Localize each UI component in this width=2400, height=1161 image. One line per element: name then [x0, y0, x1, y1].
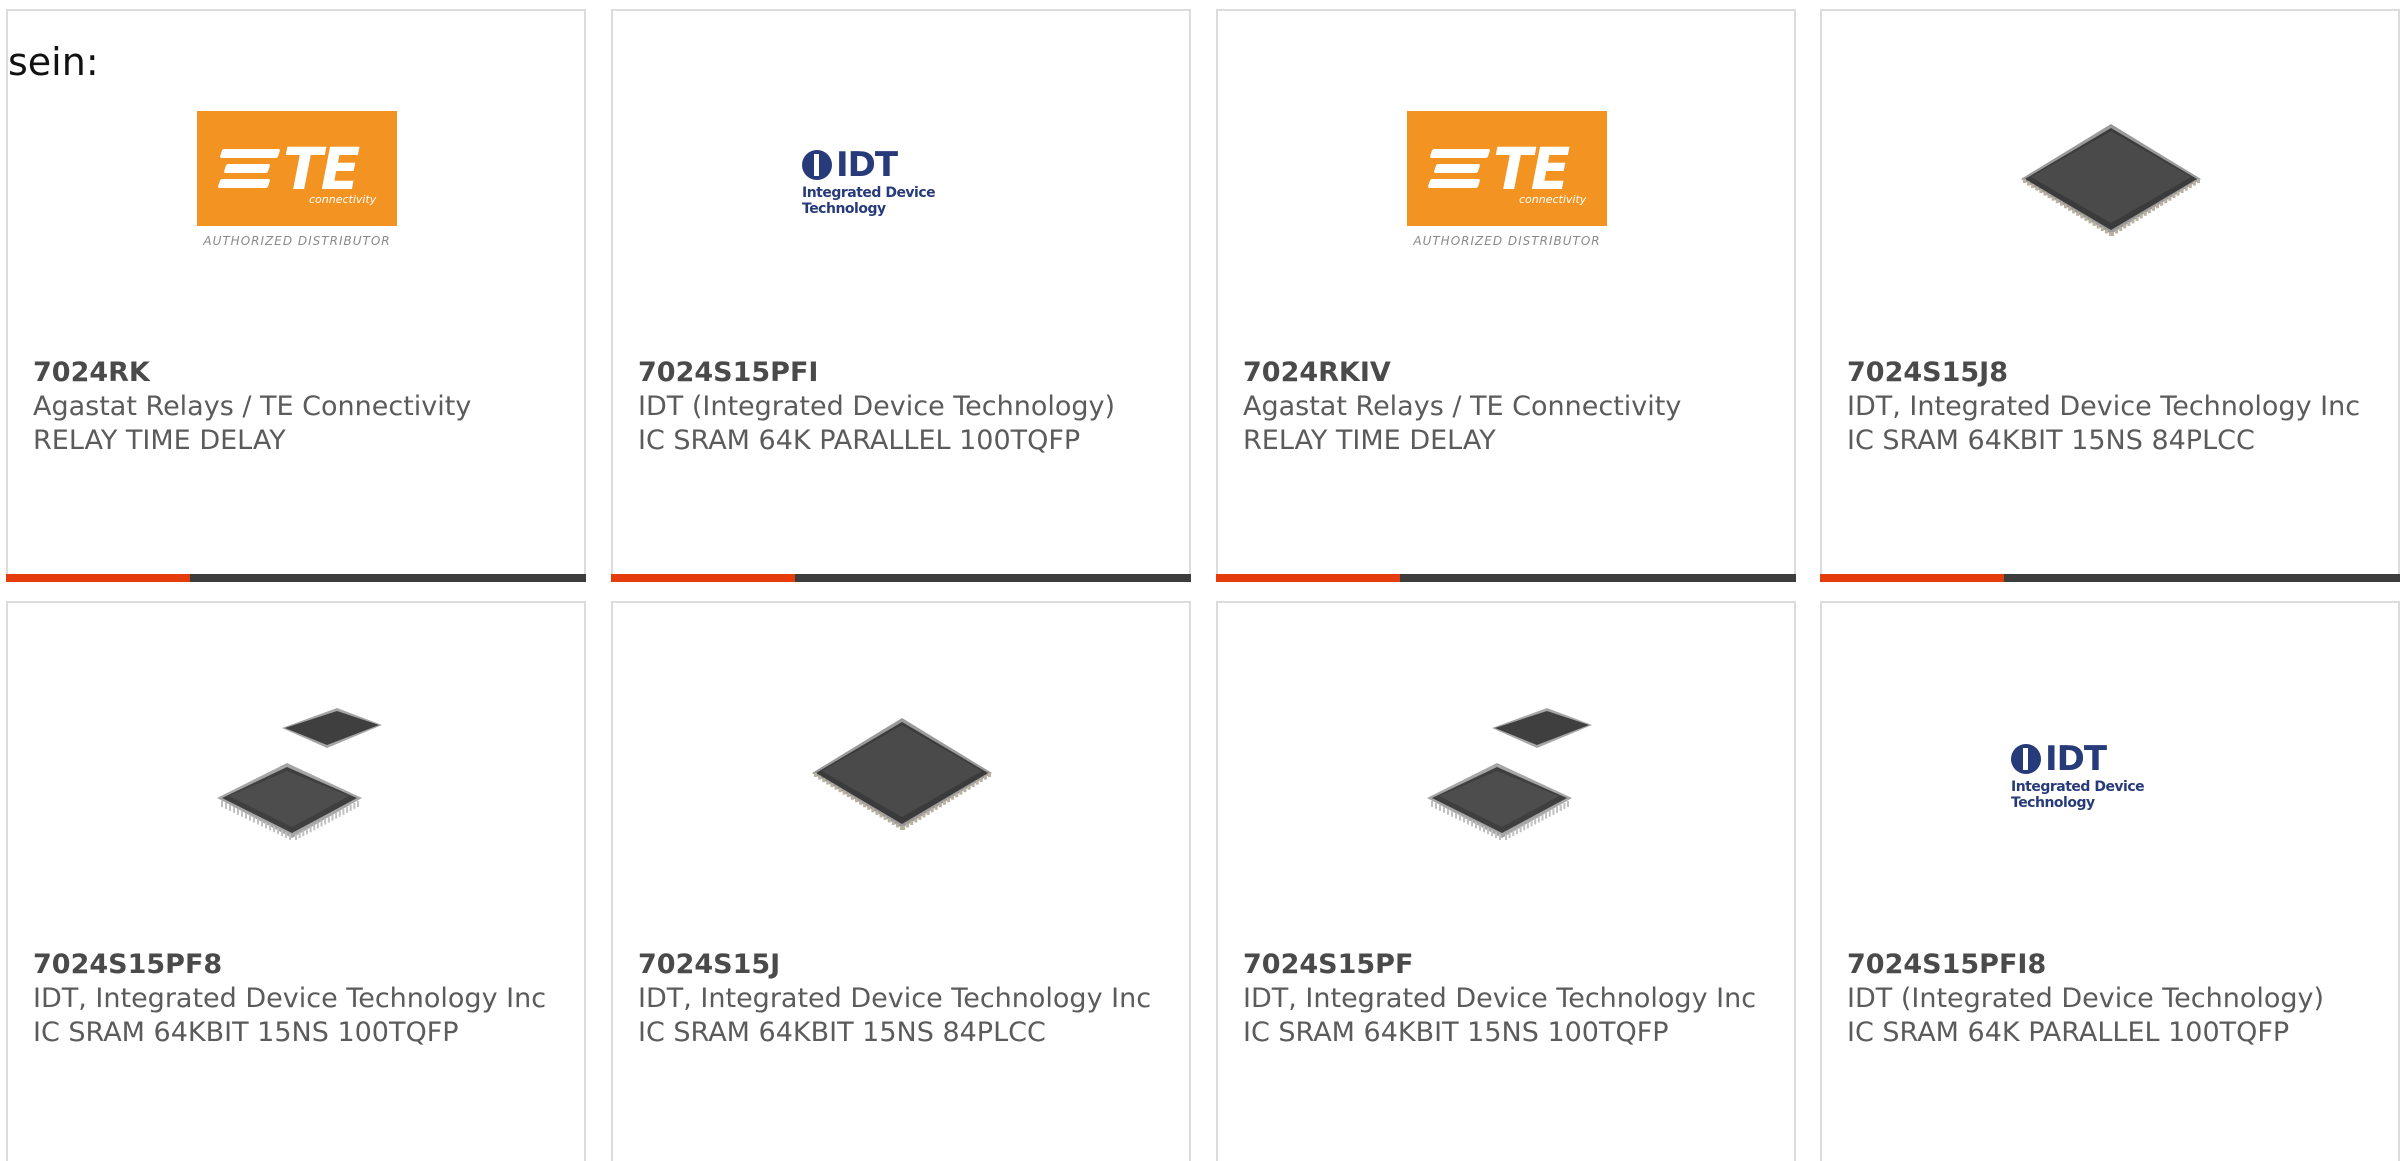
product-image[interactable]: TE connectivity AUTHORIZED DISTRIBUTOR: [197, 81, 397, 281]
product-image[interactable]: [802, 673, 1002, 877]
product-image[interactable]: IDT Integrated Device Technology: [802, 81, 1002, 281]
product-description: IC SRAM 64KBIT 15NS 84PLCC: [1847, 425, 2255, 456]
ic-tqfp-chip-image: [197, 673, 397, 877]
product-card[interactable]: 7024S15PF8 IDT, Integrated Device Technol…: [6, 601, 586, 1161]
intro-text: sein:: [8, 40, 99, 84]
part-number-link[interactable]: 7024S15PF: [1243, 948, 1774, 982]
manufacturer: Agastat Relays / TE Connectivity: [33, 391, 472, 422]
product-description: RELAY TIME DELAY: [1243, 425, 1496, 456]
card-accent-bar: [1216, 574, 1796, 582]
idt-logo: IDT Integrated Device Technology: [2011, 739, 2145, 811]
product-info: 7024S15PFI8 IDT (Integrated Device Techno…: [1847, 948, 2378, 1050]
product-info: 7024S15PF IDT, Integrated Device Technolo…: [1243, 948, 1774, 1050]
product-description: IC SRAM 64KBIT 15NS 84PLCC: [638, 1017, 1046, 1048]
product-description: IC SRAM 64K PARALLEL 100TQFP: [638, 425, 1081, 456]
product-info: 7024RKIV Agastat Relays / TE Connectivity…: [1243, 356, 1774, 458]
product-card[interactable]: TE connectivity AUTHORIZED DISTRIBUTOR 7…: [6, 9, 586, 582]
product-info: 7024S15J8 IDT, Integrated Device Technolo…: [1847, 356, 2378, 458]
manufacturer: IDT, Integrated Device Technology Inc: [638, 983, 1152, 1014]
product-image[interactable]: [197, 673, 397, 877]
part-number-link[interactable]: 7024S15PFI: [638, 356, 1169, 390]
product-grid-page: sein: TE connectivity AUTHORIZED DISTRIB…: [0, 0, 2400, 1161]
manufacturer: IDT (Integrated Device Technology): [1847, 983, 2325, 1014]
product-image[interactable]: IDT Integrated Device Technology: [2011, 675, 2211, 875]
ic-plcc-chip-image: [2011, 79, 2211, 283]
manufacturer: IDT (Integrated Device Technology): [638, 391, 1116, 422]
te-connectivity-logo: TE connectivity AUTHORIZED DISTRIBUTOR: [1407, 111, 1607, 251]
product-info: 7024S15PFI IDT (Integrated Device Technol…: [638, 356, 1169, 458]
product-card[interactable]: IDT Integrated Device Technology 7024S15…: [1820, 601, 2400, 1161]
card-accent-bar: [611, 574, 1191, 582]
product-info: 7024S15PF8 IDT, Integrated Device Technol…: [33, 948, 564, 1050]
ic-plcc-chip-image: [802, 673, 1002, 877]
part-number-link[interactable]: 7024S15PF8: [33, 948, 564, 982]
manufacturer: IDT, Integrated Device Technology Inc: [33, 983, 547, 1014]
product-card[interactable]: TE connectivity AUTHORIZED DISTRIBUTOR 7…: [1216, 9, 1796, 582]
product-card[interactable]: 7024S15J IDT, Integrated Device Technolog…: [611, 601, 1191, 1161]
card-accent-bar: [1820, 574, 2400, 582]
card-accent-bar: [6, 574, 586, 582]
manufacturer: IDT, Integrated Device Technology Inc: [1243, 983, 1757, 1014]
product-image[interactable]: [2011, 79, 2211, 283]
te-connectivity-logo: TE connectivity AUTHORIZED DISTRIBUTOR: [197, 111, 397, 251]
product-description: IC SRAM 64KBIT 15NS 100TQFP: [33, 1017, 459, 1048]
product-image[interactable]: [1407, 673, 1607, 877]
part-number-link[interactable]: 7024S15J8: [1847, 356, 2378, 390]
product-card[interactable]: IDT Integrated Device Technology 7024S15…: [611, 9, 1191, 582]
product-description: RELAY TIME DELAY: [33, 425, 286, 456]
part-number-link[interactable]: 7024S15PFI8: [1847, 948, 2378, 982]
part-number-link[interactable]: 7024RKIV: [1243, 356, 1774, 390]
product-info: 7024RK Agastat Relays / TE Connectivity RE…: [33, 356, 564, 458]
ic-tqfp-chip-image: [1407, 673, 1607, 877]
product-card[interactable]: 7024S15J8 IDT, Integrated Device Technolo…: [1820, 9, 2400, 582]
part-number-link[interactable]: 7024RK: [33, 356, 564, 390]
product-card[interactable]: 7024S15PF IDT, Integrated Device Technolo…: [1216, 601, 1796, 1161]
product-description: IC SRAM 64K PARALLEL 100TQFP: [1847, 1017, 2290, 1048]
manufacturer: Agastat Relays / TE Connectivity: [1243, 391, 1682, 422]
part-number-link[interactable]: 7024S15J: [638, 948, 1169, 982]
product-grid: TE connectivity AUTHORIZED DISTRIBUTOR 7…: [0, 0, 2400, 1161]
product-description: IC SRAM 64KBIT 15NS 100TQFP: [1243, 1017, 1669, 1048]
product-info: 7024S15J IDT, Integrated Device Technolog…: [638, 948, 1169, 1050]
idt-logo: IDT Integrated Device Technology: [802, 145, 936, 217]
manufacturer: IDT, Integrated Device Technology Inc: [1847, 391, 2361, 422]
product-image[interactable]: TE connectivity AUTHORIZED DISTRIBUTOR: [1407, 81, 1607, 281]
